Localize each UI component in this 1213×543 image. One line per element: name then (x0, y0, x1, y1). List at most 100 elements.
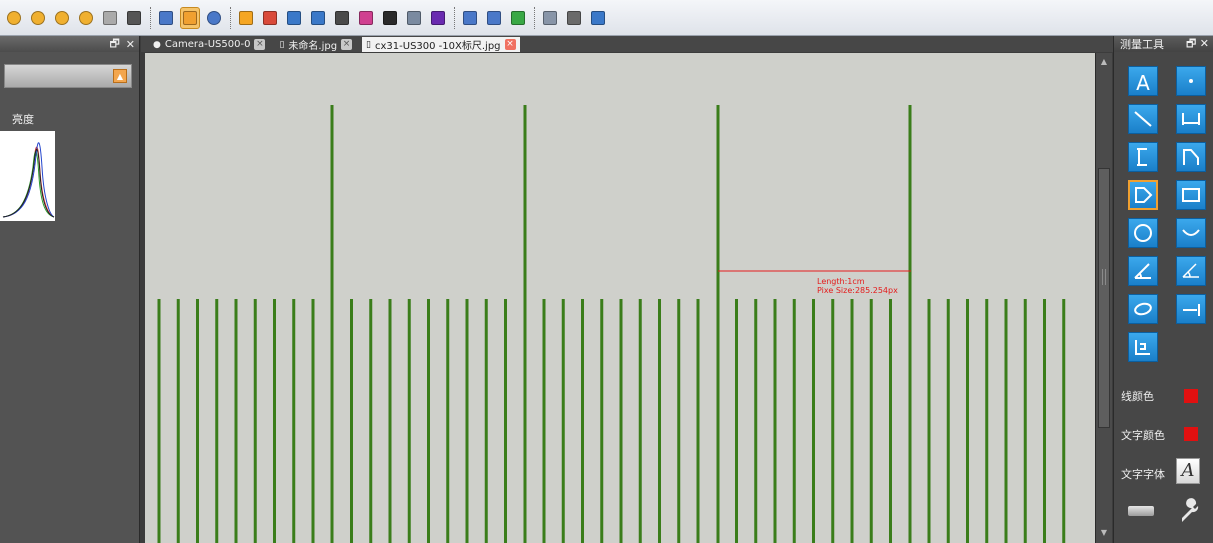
paint-icon (591, 10, 605, 25)
history-button[interactable] (404, 7, 424, 29)
text-tool-button[interactable]: A (1128, 66, 1158, 96)
line-tool-icon (1134, 111, 1152, 127)
pan-hand-icon (183, 10, 197, 25)
camera-icon: ● (153, 39, 161, 50)
zoom-fit-button[interactable] (52, 7, 72, 29)
angle-tool-icon (1134, 263, 1151, 279)
tab-label: Camera-US500-0 (164, 39, 251, 50)
font-picker-icon[interactable]: A (1176, 458, 1200, 484)
tab-close-icon[interactable]: × (504, 39, 516, 50)
vertical-line-tool-button[interactable] (1128, 142, 1158, 172)
palette-button[interactable] (356, 7, 376, 29)
measure-tools-title: 测量工具 (1120, 38, 1164, 51)
zoom-in-button[interactable] (4, 7, 24, 29)
effects-icon (383, 10, 397, 25)
tab-label: 未命名.jpg (288, 41, 338, 52)
tab-document[interactable]: ● Camera-US500-0 × (149, 37, 269, 52)
histogram-button[interactable] (284, 7, 304, 29)
flip-icon (463, 10, 477, 25)
left-panel-header: 🗗 ✕ (0, 36, 139, 52)
image-button[interactable] (332, 7, 352, 29)
circle-tool-button[interactable] (1128, 218, 1158, 248)
angle-alt-tool-icon (1182, 263, 1199, 278)
measure-tools-panel: 测量工具 🗗 ✕ 线颜色 文字颜色 文字字体 A A (1113, 36, 1213, 543)
color-adjust-icon (263, 10, 277, 25)
levels-button[interactable] (308, 7, 328, 29)
horizontal-line-tool-icon (1182, 113, 1200, 125)
line-color-swatch[interactable] (1184, 389, 1198, 403)
svg-text:A: A (1136, 71, 1150, 92)
rect-select-button[interactable] (156, 7, 176, 29)
arc-tool-button[interactable] (1176, 218, 1206, 248)
scroll-down-arrow-icon[interactable]: ▼ (1098, 527, 1110, 539)
brightness-histogram (0, 131, 55, 221)
tab-close-icon[interactable]: × (341, 39, 353, 50)
wrench-icon[interactable] (1178, 498, 1202, 522)
check-button[interactable] (428, 7, 448, 29)
magnifier-button[interactable] (204, 7, 224, 29)
point-tool-icon (1189, 79, 1193, 83)
document-button[interactable] (564, 7, 584, 29)
close-panel-icon[interactable]: ✕ (126, 38, 135, 51)
polyline-tool-button[interactable] (1176, 142, 1206, 172)
line-tool-button[interactable] (1128, 104, 1158, 134)
tab-close-icon[interactable]: × (254, 39, 266, 50)
float-panel-icon[interactable]: 🗗 (109, 35, 119, 54)
database-button[interactable] (540, 7, 560, 29)
tab-document[interactable]: ▯ cx31-US300 -10X标尺.jpg × (362, 37, 520, 52)
zoom-reset-button[interactable] (100, 7, 120, 29)
triangle-button[interactable] (484, 7, 504, 29)
toolbar-separator (534, 6, 536, 29)
photo-button[interactable] (508, 7, 528, 29)
scroll-up-arrow-icon[interactable]: ▲ (1098, 56, 1110, 68)
histogram-curves (2, 142, 55, 218)
histogram-icon (287, 10, 301, 25)
zoom-in-icon (7, 10, 21, 25)
text-color-swatch[interactable] (1184, 427, 1198, 441)
photo-icon (511, 10, 525, 25)
polygon-tool-button[interactable] (1128, 180, 1158, 210)
brightness-label: 亮度 (12, 113, 34, 126)
rect-select-icon (159, 10, 173, 25)
flip-button[interactable] (460, 7, 480, 29)
float-panel-icon[interactable]: 🗗 (1186, 37, 1196, 50)
paint-button[interactable] (588, 7, 608, 29)
document-icon (567, 10, 581, 25)
brightness-button[interactable] (236, 7, 256, 29)
ruler-image (157, 105, 1066, 543)
text-tool-icon: A (1136, 71, 1150, 92)
horizontal-line-tool-button[interactable] (1176, 104, 1206, 134)
angle-alt-tool-button[interactable] (1176, 256, 1206, 286)
pan-hand-button[interactable] (180, 6, 200, 29)
color-adjust-button[interactable] (260, 7, 280, 29)
zoom-actual-button[interactable] (76, 7, 96, 29)
point-tool-button[interactable] (1176, 66, 1206, 96)
text-color-label: 文字颜色 (1121, 429, 1165, 442)
app-window: 🗗 ✕ ▲ 亮度 ● Camera-US500-0 × ▯ 未命名.jpg × ▯ cx31-… (0, 0, 1213, 543)
close-panel-icon[interactable]: ✕ (1200, 37, 1209, 50)
effects-button[interactable] (380, 7, 400, 29)
select-arrow-button[interactable] (124, 7, 144, 29)
angle-tool-button[interactable] (1128, 256, 1158, 286)
rectangle-tool-icon (1182, 188, 1200, 202)
zoom-reset-icon (103, 10, 117, 25)
calibration-tool-icon (1135, 340, 1150, 355)
document-tabs: ● Camera-US500-0 × ▯ 未命名.jpg × ▯ cx31-US300 -10… (141, 36, 1113, 52)
image-viewport[interactable]: Length:1cm Pixe Size:285.254px (145, 53, 1095, 543)
tab-document[interactable]: ▯ 未命名.jpg × (275, 37, 356, 52)
ruler-settings-icon[interactable] (1128, 506, 1154, 516)
zoom-out-button[interactable] (28, 7, 48, 29)
measure-tools-header: 测量工具 🗗 ✕ (1114, 36, 1213, 52)
vertical-scrollbar[interactable]: ▲ ▼ (1095, 53, 1112, 543)
ellipse-tool-button[interactable] (1128, 294, 1158, 324)
triangle-icon (487, 10, 501, 25)
history-icon (407, 10, 421, 25)
line-color-label: 线颜色 (1121, 390, 1154, 403)
rectangle-tool-button[interactable] (1176, 180, 1206, 210)
ellipse-tool-icon (1134, 302, 1152, 316)
calibration-tool-button[interactable] (1128, 332, 1158, 362)
scrollbar-thumb[interactable] (1098, 168, 1110, 428)
collapse-up-button[interactable]: ▲ (113, 69, 127, 83)
brightness-icon (239, 10, 253, 25)
parallel-line-tool-button[interactable] (1176, 294, 1206, 324)
